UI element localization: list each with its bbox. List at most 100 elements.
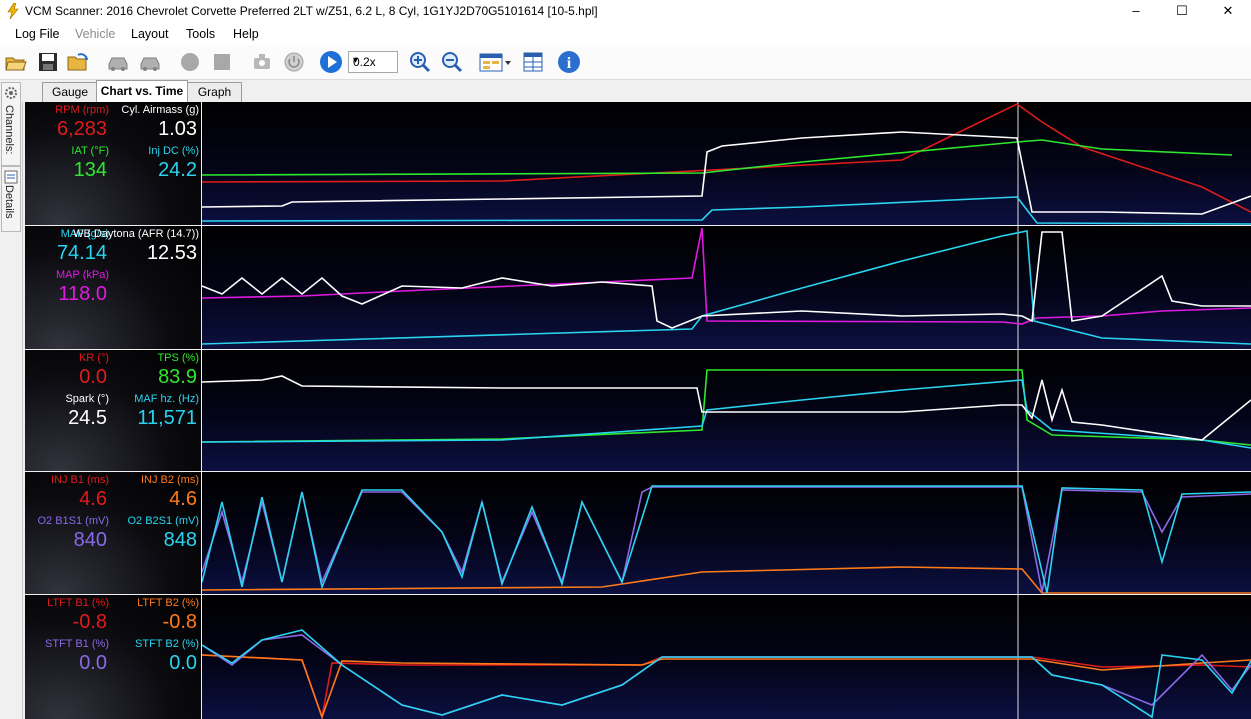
trace-svg	[202, 595, 1251, 719]
channel-trace	[202, 634, 1251, 716]
chart-panel[interactable]: INJ B1 (ms) 4.6 INJ B2 (ms) 4.6 O2 B1S1 (mV)…	[25, 472, 1251, 594]
time-series-plot[interactable]	[202, 472, 1251, 594]
side-panel-strip: Channels: Details	[0, 80, 23, 719]
playback-speed-select[interactable]: 0.2x ▾	[348, 51, 398, 73]
chart-panel[interactable]: LTFT B1 (%) -0.8 LTFT B2 (%) -0.8 STFT B1 (%…	[25, 595, 1251, 719]
channel-value: 4.6	[169, 488, 197, 510]
save-as-icon[interactable]	[65, 50, 91, 74]
channel-readout: INJ B1 (ms) 4.6 INJ B2 (ms) 4.6 O2 B1S1 (mV)…	[25, 472, 201, 594]
channel-label: INJ B2 (ms)	[140, 474, 199, 486]
time-series-plot[interactable]	[202, 350, 1251, 471]
channel-value: 24.5	[68, 407, 107, 429]
channel-value: 840	[73, 529, 107, 551]
chart-panel[interactable]: KR (°) 0.0 TPS (%) 83.9 Spark (°) 24.5 MAF hz.…	[25, 350, 1251, 471]
info-icon[interactable]: i	[556, 50, 582, 74]
trace-svg	[202, 102, 1251, 225]
channel-value: 11,571	[137, 407, 197, 429]
menu-tools[interactable]: Tools	[186, 27, 215, 41]
vehicle-disconnect-icon[interactable]	[137, 50, 163, 74]
channel-value: 0.0	[79, 366, 107, 388]
zoom-out-icon[interactable]	[439, 50, 465, 74]
power-icon[interactable]	[281, 50, 307, 74]
channel-trace	[202, 629, 1251, 719]
channels-tab-label: Channels:	[3, 105, 15, 155]
channel-label: LTFT B1 (%)	[47, 597, 109, 609]
channel-value: 134	[73, 159, 107, 181]
channel-value: 12.53	[146, 242, 197, 264]
channel-trace	[202, 231, 1251, 329]
channel-trace	[202, 485, 1251, 594]
gear-icon	[5, 87, 17, 99]
channel-label: Spark (°)	[65, 393, 109, 405]
tab-chart-vs-time[interactable]: Chart vs. Time	[96, 80, 188, 102]
open-folder-icon[interactable]	[3, 50, 29, 74]
channel-value: 118.0	[58, 283, 107, 305]
scanner-icon[interactable]	[249, 50, 275, 74]
channel-value: -0.8	[162, 611, 197, 633]
channel-label: LTFT B2 (%)	[137, 597, 199, 609]
channel-value: 4.6	[79, 488, 107, 510]
time-series-plot[interactable]	[202, 226, 1251, 349]
channel-trace	[202, 486, 1251, 593]
channel-label: KR (°)	[78, 352, 109, 364]
channel-label: TPS (%)	[157, 352, 199, 364]
channel-label: STFT B1 (%)	[45, 638, 109, 650]
tab-gauge[interactable]: Gauge	[42, 82, 98, 102]
layout-icon[interactable]	[477, 50, 513, 74]
record-icon[interactable]	[177, 50, 203, 74]
maximize-button[interactable]: ☐	[1159, 0, 1205, 23]
close-button[interactable]: ✕	[1205, 0, 1251, 23]
channel-readout: LTFT B1 (%) -0.8 LTFT B2 (%) -0.8 STFT B1 (%…	[25, 595, 201, 719]
channel-label: O2 B2S1 (mV)	[127, 515, 199, 527]
trace-svg	[202, 350, 1251, 471]
menu-vehicle[interactable]: Vehicle	[75, 27, 115, 41]
channel-value: 1.03	[158, 118, 197, 140]
menu-bar: Log File Vehicle Layout Tools Help	[0, 23, 1251, 45]
channel-label: MAF hz. (Hz)	[134, 393, 199, 405]
details-tab-label: Details	[3, 185, 15, 219]
details-icon	[4, 170, 18, 184]
time-series-plot[interactable]	[202, 102, 1251, 225]
columns-icon[interactable]	[520, 50, 546, 74]
channel-label: O2 B1S1 (mV)	[37, 515, 109, 527]
channel-trace	[202, 103, 1251, 213]
play-icon[interactable]	[318, 50, 344, 74]
channel-label: MAP (kPa)	[56, 269, 109, 281]
trace-svg	[202, 472, 1251, 594]
channel-label: Inj DC (%)	[148, 145, 199, 157]
channel-value: -0.8	[72, 611, 107, 633]
zoom-in-icon[interactable]	[407, 50, 433, 74]
details-side-tab[interactable]: Details	[1, 166, 21, 232]
window-title: VCM Scanner: 2016 Chevrolet Corvette Pre…	[25, 4, 598, 18]
toolbar: i	[0, 45, 1251, 80]
channel-readout: RPM (rpm) 6,283 Cyl. Airmass (g) 1.03 IAT (°…	[25, 102, 201, 225]
channel-label: RPM (rpm)	[55, 104, 109, 116]
save-icon[interactable]	[35, 50, 61, 74]
channel-readout: MAF (g/s) 74.14 WB Daytona (AFR (14.7)) 12.…	[25, 226, 201, 349]
chevron-down-icon: ▾	[353, 55, 359, 66]
channels-side-tab[interactable]: Channels:	[1, 82, 21, 166]
minimize-button[interactable]: –	[1113, 0, 1159, 23]
chart-panel[interactable]: MAF (g/s) 74.14 WB Daytona (AFR (14.7)) 12.…	[25, 226, 1251, 349]
channel-value: 6,283	[56, 118, 107, 140]
trace-svg	[202, 226, 1251, 349]
menu-log-file[interactable]: Log File	[15, 27, 59, 41]
chart-panel[interactable]: RPM (rpm) 6,283 Cyl. Airmass (g) 1.03 IAT (°…	[25, 102, 1251, 225]
channel-value: 83.9	[158, 366, 197, 388]
menu-help[interactable]: Help	[233, 27, 259, 41]
menu-layout[interactable]: Layout	[131, 27, 169, 41]
view-tabs: Gauge Chart vs. Time Graph	[22, 80, 1251, 102]
channel-label: WB Daytona (AFR (14.7))	[73, 228, 199, 240]
channel-trace	[202, 379, 1251, 449]
title-bar: VCM Scanner: 2016 Chevrolet Corvette Pre…	[0, 0, 1251, 23]
tab-graph[interactable]: Graph	[187, 82, 242, 102]
vehicle-connect-icon[interactable]	[105, 50, 131, 74]
app-logo-icon	[7, 3, 19, 19]
channel-trace	[202, 654, 1251, 719]
channel-readout: KR (°) 0.0 TPS (%) 83.9 Spark (°) 24.5 MAF hz.…	[25, 350, 201, 471]
time-series-plot[interactable]	[202, 595, 1251, 719]
channel-value: 74.14	[56, 242, 107, 264]
stop-icon[interactable]	[209, 50, 235, 74]
channel-value: 848	[163, 529, 197, 551]
svg-text:i: i	[567, 55, 572, 72]
